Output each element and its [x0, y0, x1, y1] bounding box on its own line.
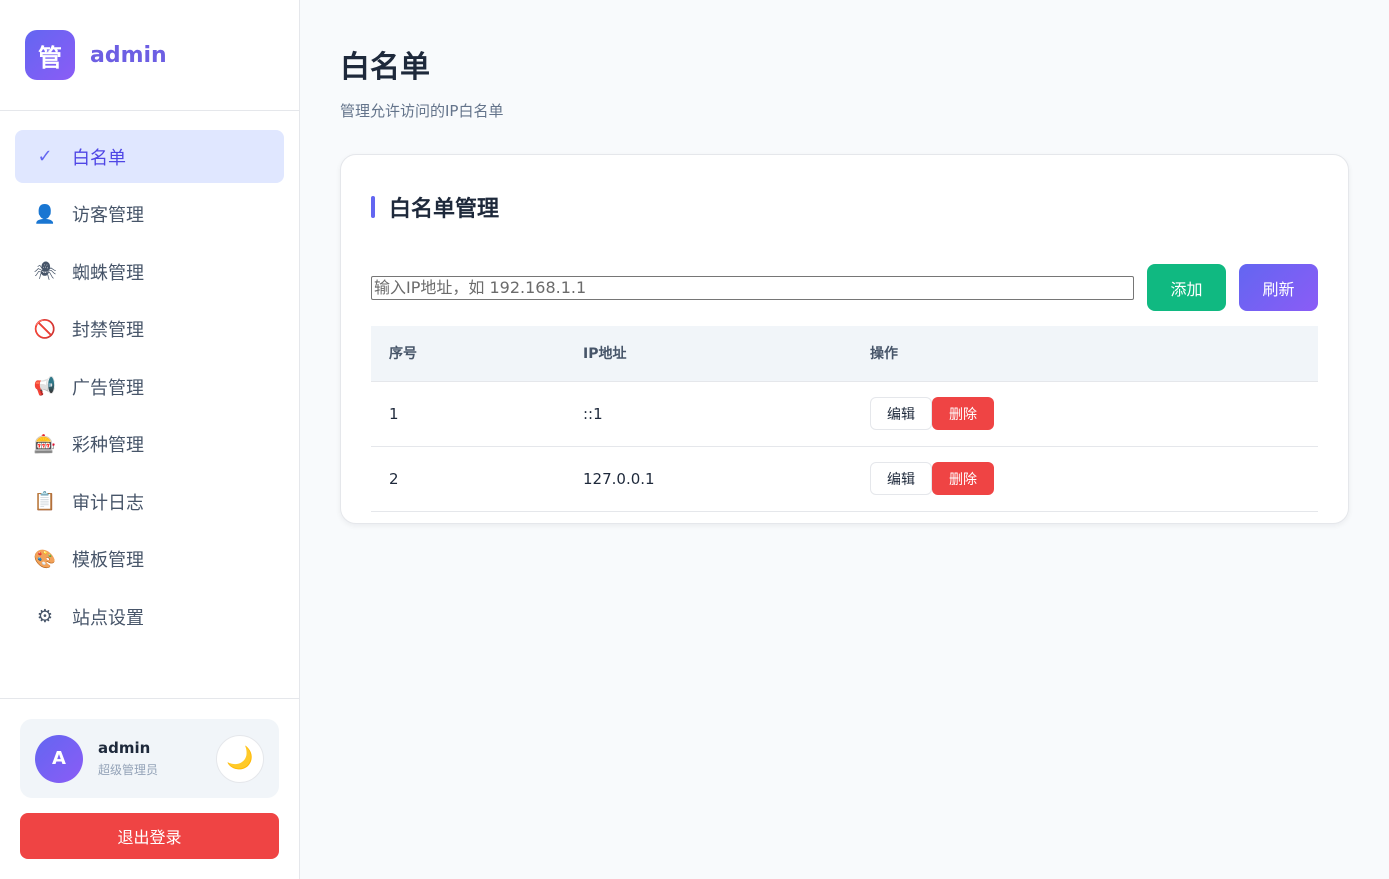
megaphone-icon: 📢 — [33, 376, 57, 397]
sidebar-item-ads[interactable]: 📢 广告管理 — [15, 360, 284, 413]
sidebar-item-spiders[interactable]: 🕷 蜘蛛管理 — [15, 245, 284, 298]
sidebar-item-label: 蜘蛛管理 — [72, 262, 144, 284]
header-ip: IP地址 — [565, 326, 852, 382]
sidebar-item-label: 白名单 — [72, 147, 126, 169]
sidebar-item-label: 模板管理 — [72, 550, 144, 571]
check-icon: ✓ — [37, 146, 53, 167]
sidebar-item-site-settings[interactable]: ⚙ 站点设置 — [15, 590, 284, 643]
sidebar-item-label: 站点设置 — [72, 607, 144, 629]
ip-input[interactable] — [371, 275, 1134, 300]
user-info: admin 超级管理员 — [98, 739, 216, 778]
cell-index: 2 — [371, 446, 565, 512]
palette-icon: 🎨 — [33, 548, 57, 570]
header-index: 序号 — [371, 326, 565, 382]
table-row: 2 127.0.0.1 编辑 删除 — [371, 446, 1318, 512]
sidebar-footer: A admin 超级管理员 🌙 退出登录 — [0, 698, 299, 859]
visitor-icon: 👤 — [33, 203, 57, 225]
sidebar-item-visitors[interactable]: 👤 访客管理 — [15, 188, 284, 241]
moon-icon: 🌙 — [226, 746, 254, 771]
brand-name: admin — [90, 42, 167, 68]
sidebar: 管 admin ✓ 白名单 👤 访客管理 🕷 蜘蛛管理 🚫 封禁管理 📢 广告管… — [0, 0, 300, 879]
sidebar-item-lottery[interactable]: 🎰 彩种管理 — [15, 418, 284, 471]
user-card: A admin 超级管理员 🌙 — [20, 719, 279, 798]
gear-icon: ⚙ — [36, 606, 54, 627]
user-role: 超级管理员 — [98, 763, 159, 777]
table-header-row: 序号 IP地址 操作 — [371, 326, 1318, 382]
table-row: 1 ::1 编辑 删除 — [371, 381, 1318, 447]
cell-index: 1 — [371, 381, 565, 447]
logout-button[interactable]: 退出登录 — [20, 813, 279, 859]
spider-icon: 🕷 — [33, 261, 57, 282]
header-actions: 操作 — [852, 326, 1318, 382]
theme-toggle-button[interactable]: 🌙 — [216, 734, 264, 783]
brand: 管 admin — [0, 0, 299, 111]
sidebar-item-audit-log[interactable]: 📋 审计日志 — [15, 475, 284, 528]
cell-actions: 编辑 删除 — [852, 381, 1318, 447]
card-title-text: 白名单管理 — [389, 197, 500, 222]
refresh-button[interactable]: 刷新 — [1239, 264, 1318, 311]
edit-button[interactable]: 编辑 — [870, 462, 932, 495]
delete-button[interactable]: 删除 — [932, 397, 994, 430]
sidebar-item-whitelist[interactable]: ✓ 白名单 — [15, 130, 284, 183]
card-title: 白名单管理 — [371, 191, 1318, 223]
page-title: 白名单 — [340, 50, 430, 85]
sidebar-item-label: 彩种管理 — [72, 435, 144, 456]
ban-icon: 🚫 — [33, 318, 57, 340]
app: 管 admin ✓ 白名单 👤 访客管理 🕷 蜘蛛管理 🚫 封禁管理 📢 广告管… — [0, 0, 1389, 879]
page-subtitle: 管理允许访问的IP白名单 — [340, 102, 504, 120]
sidebar-item-label: 审计日志 — [72, 492, 144, 514]
delete-button[interactable]: 删除 — [932, 462, 994, 495]
add-button[interactable]: 添加 — [1147, 264, 1226, 311]
toolbar: 添加 刷新 — [371, 264, 1318, 311]
sidebar-item-label: 访客管理 — [72, 205, 144, 226]
title-accent-bar — [371, 196, 375, 218]
edit-button[interactable]: 编辑 — [870, 397, 932, 430]
cell-ip: 127.0.0.1 — [565, 446, 852, 512]
whitelist-card: 白名单管理 添加 刷新 序号 IP地址 操作 1 — [340, 154, 1349, 524]
brand-logo: 管 — [25, 30, 75, 80]
slot-machine-icon: 🎰 — [33, 433, 57, 455]
main-content: 白名单 管理允许访问的IP白名单 白名单管理 添加 刷新 序号 IP地址 操作 — [300, 0, 1389, 879]
cell-ip: ::1 — [565, 381, 852, 447]
whitelist-table: 序号 IP地址 操作 1 ::1 编辑 删除 2 127.0.0.1 编辑 删除 — [371, 326, 1318, 512]
sidebar-item-templates[interactable]: 🎨 模板管理 — [15, 533, 284, 586]
user-name: admin — [98, 739, 151, 757]
sidebar-item-bans[interactable]: 🚫 封禁管理 — [15, 303, 284, 356]
cell-actions: 编辑 删除 — [852, 446, 1318, 512]
avatar: A — [35, 734, 83, 783]
sidebar-item-label: 广告管理 — [72, 377, 144, 399]
sidebar-nav: ✓ 白名单 👤 访客管理 🕷 蜘蛛管理 🚫 封禁管理 📢 广告管理 🎰 彩种管理… — [0, 111, 299, 643]
sidebar-item-label: 封禁管理 — [72, 320, 144, 341]
clipboard-icon: 📋 — [33, 491, 57, 512]
